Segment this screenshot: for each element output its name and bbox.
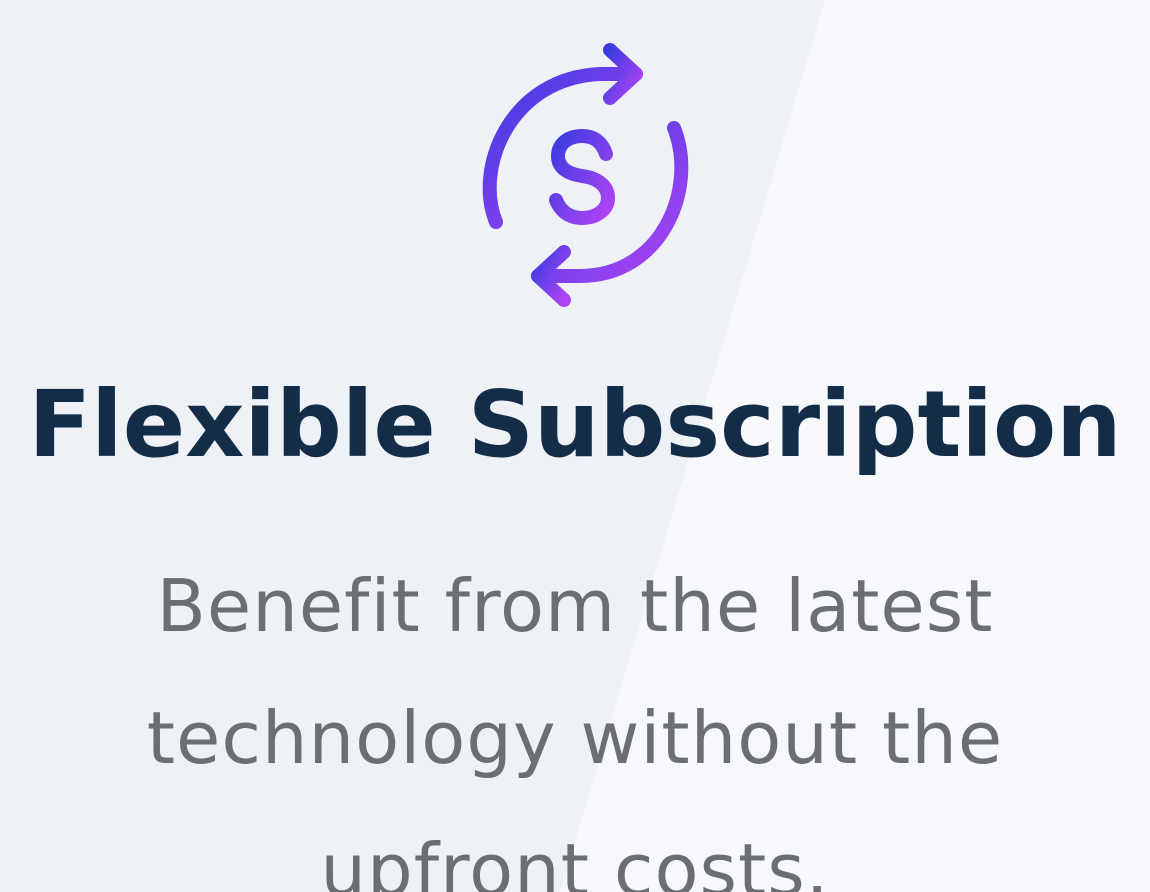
feature-card: Flexible Subscription Benefit from the l… bbox=[0, 0, 1150, 892]
recurring-dollar-icon bbox=[470, 38, 702, 313]
feature-description: Benefit from the latest technology witho… bbox=[146, 564, 1004, 892]
feature-title: Flexible Subscription bbox=[28, 371, 1122, 478]
